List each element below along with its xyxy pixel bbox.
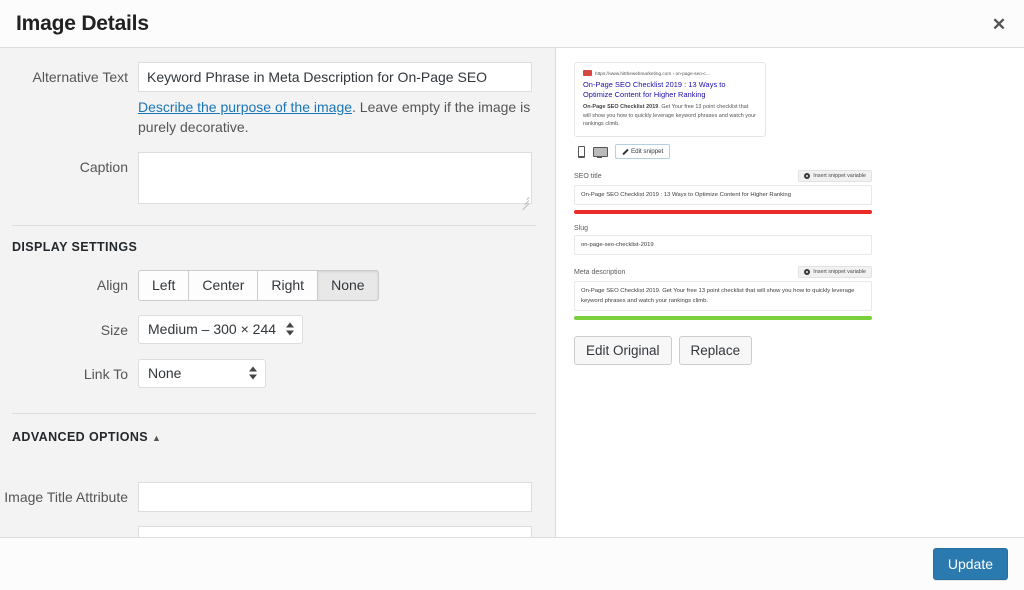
modal-body: Alternative Text Describe the purpose of… [0, 48, 1024, 537]
meta-description-block: Meta description Insert snippet variable… [574, 266, 872, 321]
size-row: Size Medium – 300 × 244 [0, 314, 537, 345]
align-button-group: Left Center Right None [138, 269, 537, 301]
replace-button[interactable]: Replace [678, 336, 753, 366]
variable-icon [804, 173, 811, 180]
advanced-options-toggle[interactable]: ADVANCED OPTIONS ▲ [12, 430, 161, 444]
mobile-preview-icon[interactable] [574, 145, 587, 159]
link-to-row: Link To None [0, 358, 537, 389]
edit-snippet-button[interactable]: Edit snippet [615, 144, 671, 160]
seo-title-block: SEO title Insert snippet variable On-Pag… [574, 170, 872, 215]
alt-text-row: Alternative Text Describe the purpose of… [0, 62, 537, 138]
insert-variable-label: Insert snippet variable [813, 269, 866, 276]
google-snippet-preview: https://www.hitthewebmarketing.com › on-… [574, 62, 766, 138]
pencil-icon [622, 149, 628, 155]
preview-pane: https://www.hitthewebmarketing.com › on-… [556, 48, 1024, 537]
advanced-next-field-row [0, 525, 537, 537]
describe-purpose-link[interactable]: Describe the purpose of the image [138, 99, 352, 115]
meta-description-head: Meta description Insert snippet variable [574, 266, 872, 279]
size-select[interactable]: Medium – 300 × 244 [138, 314, 304, 344]
image-title-attribute-input[interactable] [138, 481, 532, 512]
slug-label: Slug [574, 225, 589, 233]
divider [12, 412, 536, 414]
settings-pane: Alternative Text Describe the purpose of… [0, 48, 556, 537]
stepper-arrows-icon [286, 322, 295, 337]
snippet-title: On-Page SEO Checklist 2019 : 13 Ways to … [583, 80, 726, 100]
image-title-attribute-label: Image Title Attribute [4, 488, 128, 505]
seo-title-head: SEO title Insert snippet variable [574, 170, 872, 183]
align-option-right[interactable]: Right [257, 269, 318, 301]
insert-snippet-variable-button-meta[interactable]: Insert snippet variable [798, 266, 872, 279]
device-toggle-row: Edit snippet [574, 144, 1010, 160]
update-button[interactable]: Update [932, 548, 1008, 580]
edit-snippet-label: Edit snippet [631, 148, 664, 156]
meta-description-input[interactable]: On-Page SEO Checklist 2019. Get Your fre… [574, 281, 872, 312]
size-label: Size [100, 321, 128, 338]
close-icon[interactable]: ✕ [982, 7, 1016, 41]
image-details-modal: Image Details ✕ Alternative Text Describ… [0, 0, 1024, 590]
link-to-select-value: None [148, 364, 182, 381]
caption-row: Caption [0, 151, 537, 210]
link-to-label: Link To [83, 365, 128, 382]
caption-input[interactable] [138, 151, 532, 204]
slug-input[interactable]: on-page-seo-checklist-2019 [574, 235, 872, 256]
align-option-left[interactable]: Left [138, 269, 189, 301]
edit-original-button[interactable]: Edit Original [574, 336, 672, 366]
divider [12, 224, 536, 226]
advanced-options-heading: ADVANCED OPTIONS [12, 429, 149, 444]
image-action-buttons: Edit Original Replace [574, 336, 1010, 366]
seo-title-meter [574, 210, 872, 215]
link-to-select[interactable]: None [138, 358, 266, 388]
alt-text-label: Alternative Text [32, 69, 128, 85]
alt-text-input[interactable] [138, 62, 532, 92]
seo-title-input[interactable]: On-Page SEO Checklist 2019 : 13 Ways to … [574, 185, 872, 206]
chevron-up-icon: ▲ [152, 432, 162, 443]
image-title-attribute-row: Image Title Attribute [0, 481, 537, 512]
slug-block: Slug on-page-seo-checklist-2019 [574, 225, 872, 256]
slug-head: Slug [574, 225, 872, 232]
page-title: Image Details [16, 11, 149, 35]
seo-title-label: SEO title [574, 172, 602, 180]
align-option-center[interactable]: Center [188, 269, 258, 301]
modal-footer: Update [0, 537, 1024, 590]
advanced-next-field-input[interactable] [138, 525, 532, 537]
alt-text-helper: Describe the purpose of the image. Leave… [138, 97, 538, 138]
snippet-url-line: https://www.hitthewebmarketing.com › on-… [583, 70, 757, 76]
align-option-none[interactable]: None [317, 269, 379, 301]
size-select-value: Medium – 300 × 244 [148, 320, 277, 337]
snippet-description-bold: On-Page SEO Checklist 2019 [583, 104, 659, 111]
align-label: Align [96, 276, 128, 293]
insert-snippet-variable-button-title[interactable]: Insert snippet variable [798, 170, 872, 183]
snippet-description: On-Page SEO Checklist 2019. Get Your fre… [583, 103, 757, 128]
align-row: Align Left Center Right None [0, 269, 537, 301]
insert-variable-label: Insert snippet variable [813, 173, 866, 180]
stepper-arrows-icon [249, 366, 257, 381]
meta-description-label: Meta description [574, 268, 626, 276]
caption-label: Caption [79, 158, 128, 175]
desktop-preview-icon[interactable] [593, 145, 608, 159]
meta-description-meter [574, 316, 872, 321]
favicon-icon [583, 70, 592, 76]
display-settings-heading: DISPLAY SETTINGS [12, 239, 138, 254]
modal-titlebar: Image Details ✕ [0, 0, 1024, 48]
snippet-url: https://www.hitthewebmarketing.com › on-… [595, 70, 711, 76]
variable-icon [804, 269, 811, 276]
